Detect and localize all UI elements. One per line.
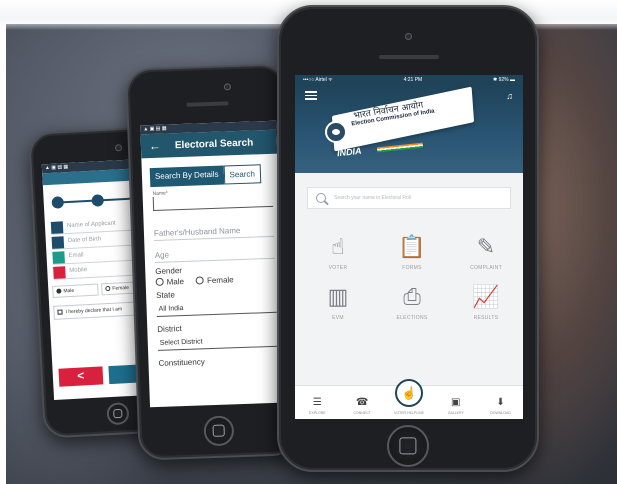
search-form: Name* Father's/Husband Name Age Gender M… <box>142 183 284 369</box>
bar-chart-icon: 📈 <box>472 285 500 310</box>
complaint-tile[interactable]: ✎ COMPLAINT <box>451 233 521 271</box>
eci-header: ♫ भारत निर्वाचन आयोग Election Commission… <box>295 85 523 173</box>
tricolor-stripe <box>376 142 424 153</box>
mobile-placeholder: Mobile <box>69 267 88 275</box>
gender-male-radio[interactable]: Male <box>52 283 99 298</box>
phone-electoral-search: ▲ ▣ ▤ ▦ ← Electoral Search Search By Det… <box>125 63 299 461</box>
status-bar: •••○○ Airtel ᯤ 4:21 PM ✱ 92% ▬ <box>295 75 523 85</box>
front-camera <box>223 83 232 91</box>
elections-tile-label: ELECTIONS <box>396 315 428 321</box>
step-2-dot[interactable] <box>91 194 105 207</box>
speaker-grille <box>379 55 439 59</box>
tab-connect-label: CONNECT <box>353 411 371 415</box>
evm-tile[interactable]: ▥ EVM <box>303 283 373 321</box>
logo-india-text: INDIA <box>336 145 362 159</box>
tab-search-other[interactable]: Search <box>223 164 262 185</box>
tab-gallery-label: GALLERY <box>447 411 464 415</box>
home-button[interactable] <box>106 402 130 426</box>
gender-female-label: Female <box>206 275 234 286</box>
voter-helpline-icon: ☝ <box>401 386 417 400</box>
elections-tile[interactable]: ⎙ ELECTIONS <box>377 283 447 321</box>
evm-tile-label: EVM <box>332 315 344 321</box>
front-camera <box>114 144 123 152</box>
step-1-dot[interactable] <box>51 196 65 209</box>
clipboard-icon: 📋 <box>398 235 426 260</box>
battery-text: ✱ 92% ▬ <box>493 77 515 83</box>
evm-machine-icon: ▥ <box>327 285 349 310</box>
search-placeholder: Search your name in Electoral Roll <box>334 195 411 201</box>
carrier-text: •••○○ Airtel ᯤ <box>303 77 333 83</box>
forms-tile-label: FORMS <box>402 265 422 271</box>
tab-download[interactable]: ⬇ DOWNLOAD <box>481 397 521 415</box>
home-button[interactable] <box>387 425 429 467</box>
radio-dot-icon <box>56 288 62 294</box>
person-icon <box>50 221 64 234</box>
email-placeholder: Email <box>68 252 84 260</box>
phone-icon <box>53 266 66 279</box>
calendar-icon <box>51 236 65 249</box>
gender-female-label: Female <box>112 284 130 292</box>
radio-circle-icon <box>195 276 205 285</box>
voter-tile-label: VOTER <box>328 265 348 271</box>
forms-tile[interactable]: 📋 FORMS <box>377 233 447 271</box>
email-icon <box>52 251 65 264</box>
phone-voter-helpline: •••○○ Airtel ᯤ 4:21 PM ✱ 92% ▬ ♫ भारत नि… <box>277 5 539 472</box>
gender-male-radio[interactable]: Male <box>155 276 185 287</box>
status-time: 4:21 PM <box>403 77 423 83</box>
gallery-icon: ▣ <box>451 397 461 408</box>
search-icon <box>316 193 326 203</box>
hamburger-menu-icon[interactable] <box>305 91 317 102</box>
tab-gallery[interactable]: ▣ GALLERY <box>436 397 476 415</box>
applicant-name-placeholder: Name of Applicant <box>66 220 116 230</box>
home-button[interactable] <box>203 415 235 447</box>
gender-male-label: Male <box>166 276 185 287</box>
voter-helpline-screen: •••○○ Airtel ᯤ 4:21 PM ✱ 92% ▬ ♫ भारत नि… <box>295 75 523 419</box>
ballot-box-icon: ⎙ <box>403 285 421 310</box>
electoral-search-screen: ▲ ▣ ▤ ▦ ← Electoral Search Search By Det… <box>140 120 286 408</box>
results-tile[interactable]: 📈 RESULTS <box>451 283 521 321</box>
connect-icon: ☎ <box>355 397 369 408</box>
tab-explore-label: EXPLORE <box>309 411 326 415</box>
constituency-label: Constituency <box>158 357 205 368</box>
name-input[interactable] <box>152 192 274 212</box>
complaint-tile-label: COMPLAINT <box>470 265 502 271</box>
feature-grid: ☝ VOTER 📋 FORMS ✎ COMPLAINT ▥ EVM ⎙ ELEC… <box>303 233 523 321</box>
download-icon: ⬇ <box>496 397 505 408</box>
list-icon: ☰ <box>312 397 322 408</box>
voter-helpline-button[interactable]: ☝ <box>395 379 423 407</box>
gender-female-radio[interactable]: Female <box>195 275 234 286</box>
electoral-search-header: ← Electoral Search <box>140 129 278 159</box>
tab-explore[interactable]: ☰ EXPLORE <box>297 397 337 415</box>
eci-emblem-icon <box>325 121 347 143</box>
edit-icon: ✎ <box>476 235 496 260</box>
electoral-roll-search[interactable]: Search your name in Electoral Roll <box>307 187 511 209</box>
page-title: Electoral Search <box>174 136 254 151</box>
checkbox-icon <box>57 309 63 315</box>
front-camera <box>405 33 412 40</box>
declaration-text: I hereby declare that I am <box>65 306 123 316</box>
radio-dot-icon <box>105 285 111 292</box>
tab-connect[interactable]: ☎ CONNECT <box>342 397 382 415</box>
voter-helpline-label: VOTER HELPLINE <box>394 411 424 415</box>
voter-tile[interactable]: ☝ VOTER <box>303 233 373 271</box>
tab-download-label: DOWNLOAD <box>490 411 511 415</box>
speaker-grille <box>186 101 229 107</box>
dob-placeholder: Date of Birth <box>67 236 102 245</box>
radio-circle-icon <box>155 277 164 286</box>
back-arrow-icon[interactable]: ← <box>149 139 161 153</box>
previous-button[interactable]: < <box>58 366 104 387</box>
tab-search-by-details[interactable]: Search By Details <box>149 165 224 188</box>
hand-pointer-icon: ☝ <box>331 235 345 260</box>
gender-male-label: Male <box>63 287 75 295</box>
bell-icon[interactable]: ♫ <box>506 91 513 101</box>
results-tile-label: RESULTS <box>473 315 499 321</box>
